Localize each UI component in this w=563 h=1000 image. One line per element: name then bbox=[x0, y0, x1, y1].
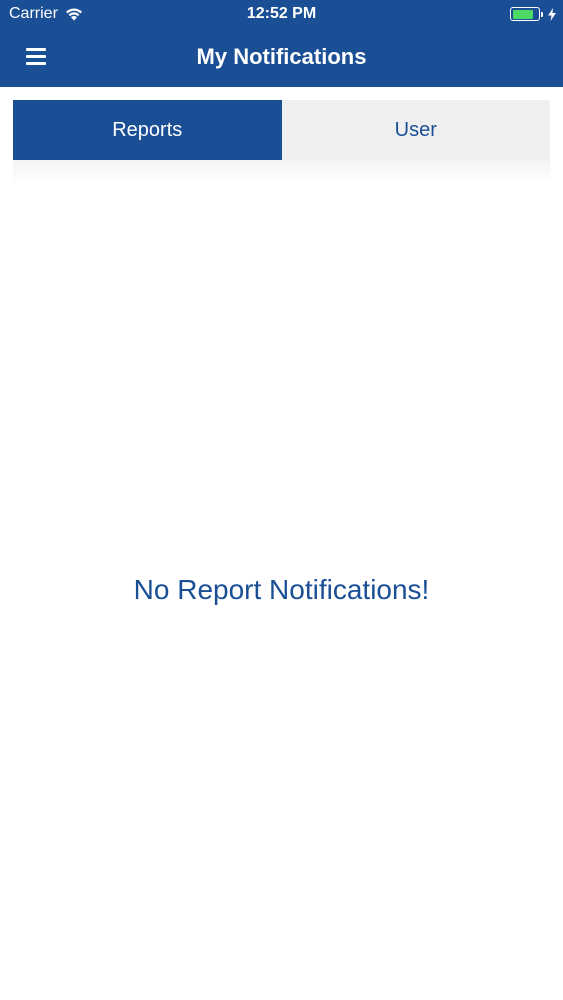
notifications-screen: Carrier 12:52 PM My Notifications Report… bbox=[0, 0, 563, 1000]
tab-user[interactable]: User bbox=[281, 100, 550, 160]
empty-state-message: No Report Notifications! bbox=[133, 574, 430, 605]
battery-cap bbox=[541, 11, 543, 17]
tab-reports[interactable]: Reports bbox=[13, 100, 282, 160]
battery-icon bbox=[510, 7, 540, 21]
status-time: 12:52 PM bbox=[246, 5, 317, 22]
battery-level-fill bbox=[512, 9, 533, 19]
status-bar: Carrier 12:52 PM bbox=[0, 0, 563, 28]
page-title: My Notifications bbox=[196, 44, 367, 69]
app-header: Carrier 12:52 PM My Notifications bbox=[0, 0, 563, 87]
notification-tabs: Reports User bbox=[13, 100, 550, 160]
navigation-bar: My Notifications bbox=[0, 28, 563, 87]
charging-bolt-icon bbox=[548, 7, 556, 21]
battery-indicator bbox=[510, 5, 556, 23]
tabs-shadow bbox=[13, 160, 550, 184]
